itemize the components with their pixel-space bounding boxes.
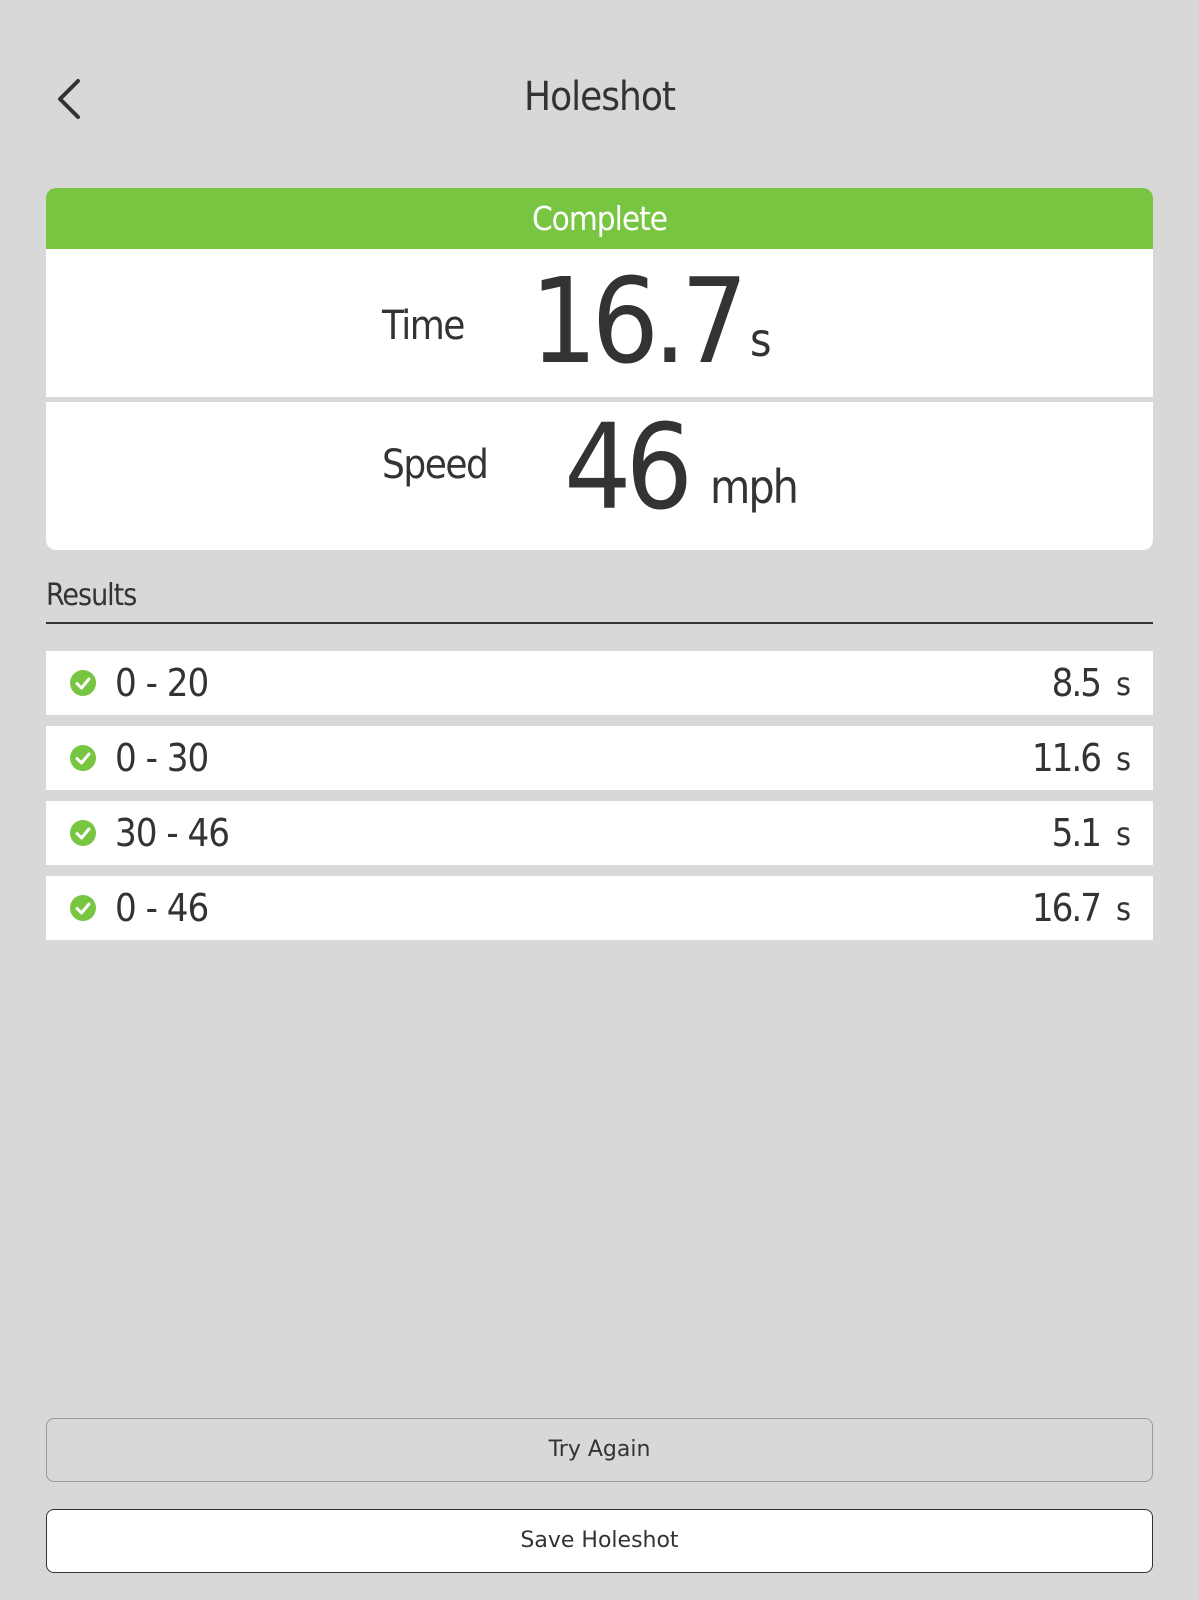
result-range: 30 - 46 bbox=[115, 811, 230, 855]
result-value: 5.1 bbox=[1051, 811, 1102, 855]
time-label: Time bbox=[382, 303, 465, 349]
result-row: 0 - 46 16.7 s bbox=[46, 876, 1153, 940]
results-heading: Results bbox=[46, 578, 137, 613]
speed-value: 46 bbox=[564, 398, 693, 536]
check-circle-icon bbox=[70, 820, 96, 846]
time-metric: Time 16.7 s bbox=[46, 249, 1153, 397]
result-unit: s bbox=[1116, 815, 1131, 853]
header: Holeshot bbox=[0, 60, 1199, 140]
time-value: 16.7 bbox=[530, 252, 748, 390]
result-unit: s bbox=[1116, 665, 1131, 703]
result-range: 0 - 20 bbox=[115, 661, 209, 705]
time-unit: s bbox=[750, 313, 772, 367]
result-value: 8.5 bbox=[1051, 661, 1102, 705]
result-value: 11.6 bbox=[1031, 736, 1102, 780]
result-value: 16.7 bbox=[1031, 886, 1102, 930]
check-circle-icon bbox=[70, 745, 96, 771]
result-row: 30 - 46 5.1 s bbox=[46, 801, 1153, 865]
result-unit: s bbox=[1116, 890, 1131, 928]
check-circle-icon bbox=[70, 895, 96, 921]
result-row: 0 - 20 8.5 s bbox=[46, 651, 1153, 715]
result-range: 0 - 46 bbox=[115, 886, 209, 930]
result-range: 0 - 30 bbox=[115, 736, 209, 780]
result-unit: s bbox=[1116, 740, 1131, 778]
speed-metric: Speed 46 mph bbox=[46, 398, 1153, 550]
check-circle-icon bbox=[70, 670, 96, 696]
status-banner: Complete bbox=[46, 188, 1153, 249]
page-title: Holeshot bbox=[524, 74, 676, 120]
results-list: 0 - 20 8.5 s 0 - 30 11.6 s 30 - 46 5.1 s bbox=[46, 651, 1153, 951]
try-again-button[interactable]: Try Again bbox=[46, 1418, 1153, 1482]
save-holeshot-button[interactable]: Save Holeshot bbox=[46, 1509, 1153, 1573]
summary-card: Complete Time 16.7 s Speed 46 mph bbox=[46, 188, 1153, 550]
speed-label: Speed bbox=[382, 442, 489, 488]
holeshot-screen: Holeshot Complete Time 16.7 s Speed 46 m… bbox=[0, 0, 1199, 1600]
speed-unit: mph bbox=[710, 460, 799, 514]
results-divider bbox=[46, 622, 1153, 624]
result-row: 0 - 30 11.6 s bbox=[46, 726, 1153, 790]
